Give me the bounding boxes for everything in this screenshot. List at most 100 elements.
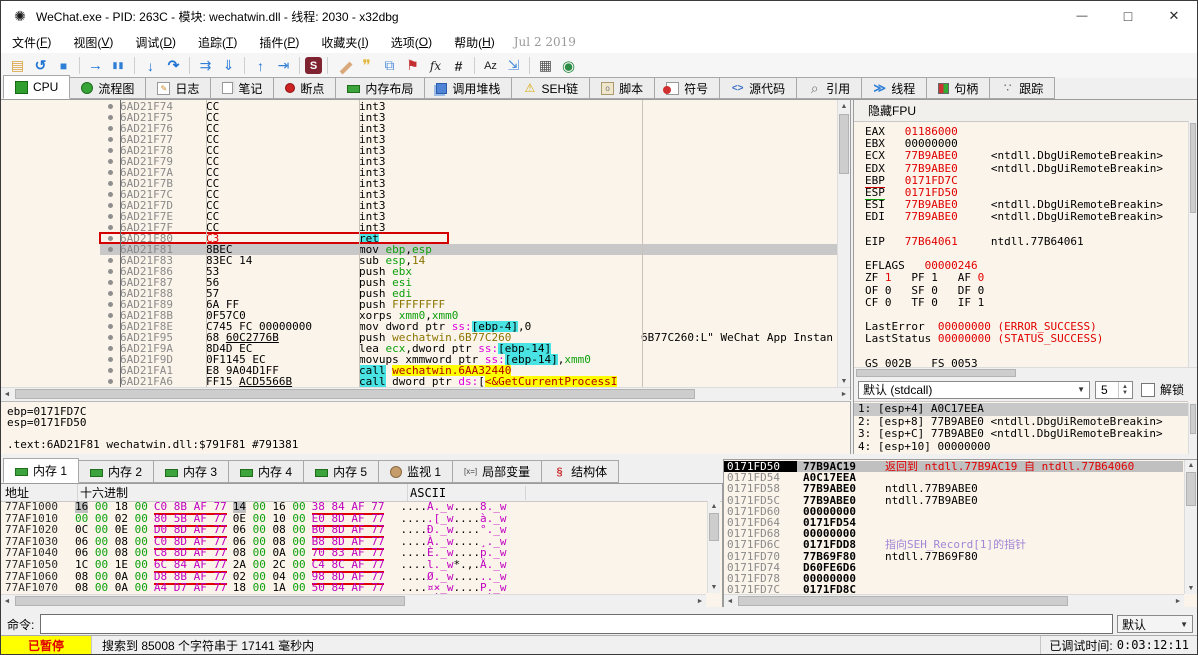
- breakpoint-dot-icon[interactable]: [100, 299, 120, 310]
- maximize-button[interactable]: [1105, 1, 1151, 31]
- disasm-row[interactable]: 6AD21F9568 60C2776Bpush wechatwin.6B77C2…: [100, 332, 837, 343]
- disasm-row[interactable]: 6AD21F8383EC 14sub esp,14: [100, 255, 837, 266]
- memory-dump-pane[interactable]: 地址 十六进制 ASCII 77AF100016 00 18 00C0 8B A…: [1, 483, 723, 607]
- registers-pane[interactable]: 隐藏FPU EAX 01186000EBX 00000000ECX 77B9AB…: [853, 100, 1197, 454]
- tab-cpu[interactable]: CPU: [3, 75, 70, 99]
- stack-row[interactable]: 0171FD5877B9ABE0ntdll.77B9ABE0: [724, 483, 1183, 494]
- register-line[interactable]: EDI 77B9ABE0 <ntdll.DbgUiRemoteBreakin>: [865, 211, 1188, 223]
- exec-till-return-icon[interactable]: [218, 55, 239, 76]
- menu-view[interactable]: 视图(V): [62, 31, 124, 53]
- breakpoint-dot-icon[interactable]: [100, 244, 120, 255]
- disasm-vscrollbar[interactable]: ▲ ▼: [837, 100, 850, 387]
- menu-help[interactable]: 帮助(H): [443, 31, 506, 53]
- disasm-row[interactable]: 6AD21F8B0F57C0xorps xmm0,xmm0: [100, 310, 837, 321]
- breakpoint-dot-icon[interactable]: [100, 365, 120, 376]
- breakpoint-dot-icon[interactable]: [100, 189, 120, 200]
- disassembly-pane[interactable]: 6AD21F74CCint36AD21F75CCint36AD21F76CCin…: [1, 100, 851, 400]
- step-over-icon[interactable]: [163, 55, 184, 76]
- hash-icon[interactable]: [448, 55, 469, 76]
- run-to-user-icon[interactable]: [273, 55, 294, 76]
- stack-row[interactable]: 0171FD7077B69F80ntdll.77B69F80: [724, 551, 1183, 562]
- spinner-arrows-icon[interactable]: ▲▼: [1118, 382, 1131, 398]
- disasm-row[interactable]: 6AD21FA1E8 9A04D1FFcall wechatwin.6AA324…: [100, 365, 837, 376]
- disasm-row[interactable]: 6AD21F74CCint3: [100, 101, 837, 112]
- disasm-row[interactable]: 6AD21F75CCint3: [100, 112, 837, 123]
- breakpoint-dot-icon[interactable]: [100, 266, 120, 277]
- argument-row[interactable]: 4: [esp+10] 00000000: [854, 441, 1188, 454]
- breakpoint-dot-icon[interactable]: [100, 178, 120, 189]
- stack-row[interactable]: 0171FD54A0C17EEA: [724, 472, 1183, 483]
- tab-struct[interactable]: 结构体: [541, 460, 619, 483]
- restart-icon[interactable]: [30, 55, 51, 76]
- strings-icon[interactable]: [480, 55, 501, 76]
- tab-notes[interactable]: 笔记: [210, 77, 274, 99]
- disasm-row[interactable]: 6AD21FA6FF15 ACD5566Bcall dword ptr ds:[…: [100, 376, 837, 387]
- stack-row[interactable]: 0171FD74D60FE6D6: [724, 562, 1183, 573]
- register-line[interactable]: EIP 77B64061 ntdll.77B64061: [865, 236, 1188, 248]
- labels-icon[interactable]: [379, 55, 400, 76]
- tab-seh[interactable]: SEH链: [511, 77, 590, 99]
- disasm-row[interactable]: 6AD21F8653push ebx: [100, 266, 837, 277]
- stack-row[interactable]: 0171FD6C0171FDD8指向SEH_Record[1]的指针: [724, 539, 1183, 550]
- stack-row[interactable]: 0171FD7800000000: [724, 573, 1183, 584]
- menu-plugins[interactable]: 插件(P): [248, 31, 310, 53]
- tab-watch1[interactable]: 监视 1: [378, 460, 453, 483]
- stack-vscrollbar[interactable]: ▲ ▼: [1184, 460, 1197, 594]
- breakpoint-dot-icon[interactable]: [100, 332, 120, 343]
- disasm-row[interactable]: 6AD21F77CCint3: [100, 134, 837, 145]
- tab-dump2[interactable]: 内存 2: [78, 460, 154, 483]
- disasm-row[interactable]: 6AD21F78CCint3: [100, 145, 837, 156]
- menu-favourites[interactable]: 收藏夹(I): [310, 31, 379, 53]
- tab-script[interactable]: 脚本: [589, 77, 655, 99]
- globe-icon[interactable]: [558, 55, 579, 76]
- menu-options[interactable]: 选项(O): [380, 31, 443, 53]
- patch-icon[interactable]: [333, 55, 354, 76]
- breakpoint-dot-icon[interactable]: [100, 211, 120, 222]
- disasm-row[interactable]: 6AD21F7BCCint3: [100, 178, 837, 189]
- breakpoint-dot-icon[interactable]: [100, 255, 120, 266]
- registers-vscrollbar[interactable]: [1188, 121, 1197, 367]
- tab-dump4[interactable]: 内存 4: [228, 460, 304, 483]
- tab-dump3[interactable]: 内存 3: [153, 460, 229, 483]
- tab-references[interactable]: 引用: [796, 77, 862, 99]
- breakpoint-dot-icon[interactable]: [100, 310, 120, 321]
- stack-hscrollbar[interactable]: ◄ ►: [724, 594, 1184, 607]
- stack-row[interactable]: 0171FD6000000000: [724, 506, 1183, 517]
- step-out-icon[interactable]: [250, 55, 271, 76]
- tab-log[interactable]: 日志: [145, 77, 211, 99]
- breakpoint-dot-icon[interactable]: [100, 134, 120, 145]
- functions-icon[interactable]: [425, 55, 446, 76]
- stack-pane[interactable]: 0171FD5077B9AC19返回到 ntdll.77B9AC19 自 ntd…: [723, 459, 1197, 607]
- disasm-row[interactable]: 6AD21F7ECCint3: [100, 211, 837, 222]
- calculator-icon[interactable]: [535, 55, 556, 76]
- breakpoint-dot-icon[interactable]: [100, 145, 120, 156]
- breakpoint-dot-icon[interactable]: [100, 277, 120, 288]
- command-profile-select[interactable]: 默认 ▼: [1117, 615, 1193, 633]
- breakpoint-dot-icon[interactable]: [100, 123, 120, 134]
- tab-call-stack[interactable]: 调用堆栈: [424, 77, 512, 99]
- run-icon[interactable]: [85, 55, 106, 76]
- breakpoint-dot-icon[interactable]: [100, 101, 120, 112]
- stack-row[interactable]: 0171FD5077B9AC19返回到 ntdll.77B9AC19 自 ntd…: [724, 461, 1183, 472]
- disasm-row[interactable]: 6AD21F7ACCint3: [100, 167, 837, 178]
- breakpoint-dot-icon[interactable]: [100, 112, 120, 123]
- run-to-icon[interactable]: [195, 55, 216, 76]
- menu-file[interactable]: 文件(F): [1, 31, 62, 53]
- disasm-row[interactable]: 6AD21F818BECmov ebp,esp: [100, 244, 837, 255]
- register-line[interactable]: LastStatus 00000000 (STATUS_SUCCESS): [865, 333, 1188, 345]
- stack-row[interactable]: 0171FD6800000000: [724, 528, 1183, 539]
- tab-breakpoints[interactable]: 断点: [273, 77, 336, 99]
- disasm-row[interactable]: 6AD21F9A8D4D EClea ecx,dword ptr ss:[ebp…: [100, 343, 837, 354]
- breakpoint-dot-icon[interactable]: [100, 233, 120, 244]
- disasm-row[interactable]: 6AD21F76CCint3: [100, 123, 837, 134]
- tab-graph[interactable]: 流程图: [69, 77, 146, 99]
- argument-row[interactable]: 3: [esp+C] 77B9ABE0 <ntdll.DbgUiRemoteBr…: [854, 428, 1188, 441]
- disasm-row[interactable]: 6AD21F896A FFpush FFFFFFFF: [100, 299, 837, 310]
- argument-row[interactable]: 1: [esp+4] A0C17EEA: [854, 403, 1188, 416]
- disasm-row[interactable]: 6AD21F8857push edi: [100, 288, 837, 299]
- disasm-row[interactable]: 6AD21F8EC745 FC 00000000mov dword ptr ss…: [100, 321, 837, 332]
- breakpoint-dot-icon[interactable]: [100, 167, 120, 178]
- unlock-checkbox[interactable]: [1141, 383, 1155, 397]
- stack-row[interactable]: 0171FD5C77B9ABE0ntdll.77B9ABE0: [724, 495, 1183, 506]
- memory-vscrollbar[interactable]: ▲ ▼: [707, 501, 720, 593]
